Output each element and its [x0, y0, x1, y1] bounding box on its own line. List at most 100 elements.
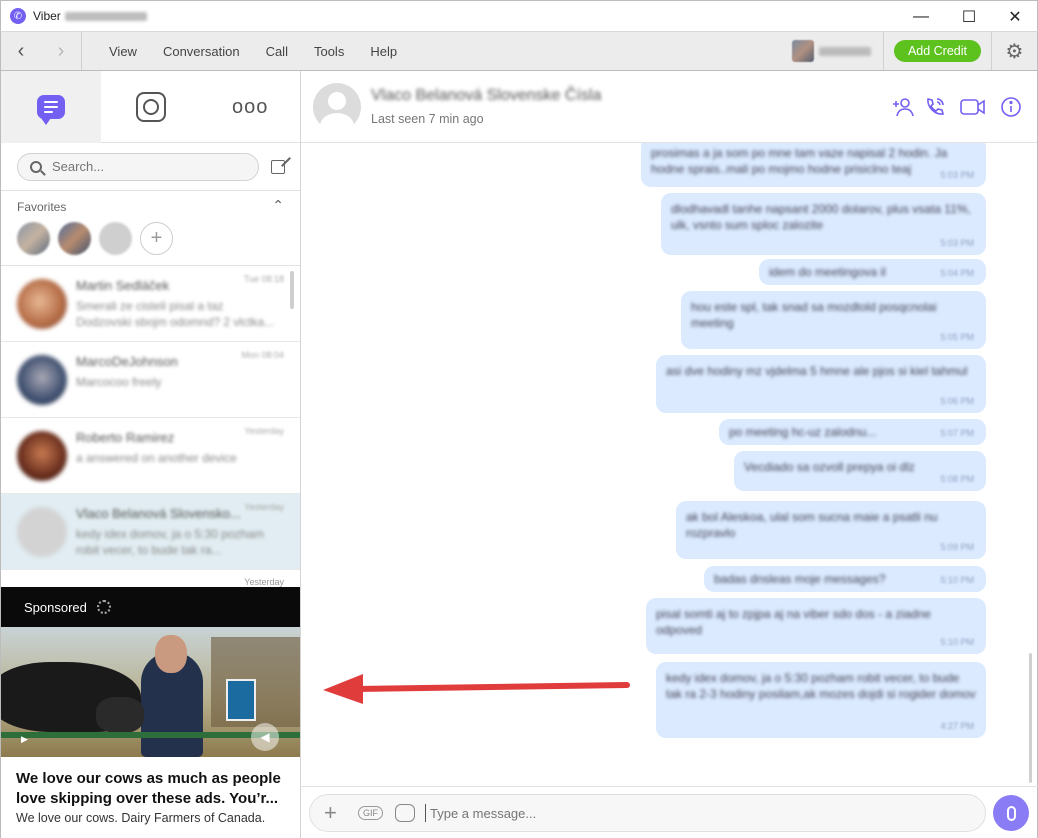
chevron-up-icon[interactable]: ⌃	[272, 197, 284, 214]
search-box[interactable]	[17, 152, 259, 181]
chat-name: Roberto Ramirez	[76, 430, 175, 445]
forward-arrow-icon[interactable]: ›	[41, 32, 81, 70]
contact-name[interactable]: Vlaco Belanová Slovenske Čísla	[371, 87, 601, 105]
sponsored-label: Sponsored	[24, 599, 87, 615]
account-number-redacted	[64, 11, 147, 21]
ad-headline[interactable]: We love our cows as much as people love …	[16, 769, 291, 809]
menu-call[interactable]: Call	[253, 44, 301, 59]
favorites-label: Favorites	[17, 200, 67, 214]
message-text: asi dve hodiny mz vjdelma 5 hmne ale pjo…	[666, 364, 968, 378]
menu-help[interactable]: Help	[357, 44, 410, 59]
chat-list-scrollbar[interactable]	[290, 271, 294, 309]
more-dots-icon: ooo	[231, 95, 269, 118]
mute-speaker-icon[interactable]: ◀	[251, 723, 279, 751]
message-bubble[interactable]: kedy idex domov, ja o 5:30 pozham robit …	[656, 662, 986, 738]
message-time: 5:06 PM	[940, 396, 974, 406]
message-time: 5:09 PM	[940, 542, 974, 552]
menu-right-group: Add Credit ⚙	[791, 32, 1037, 70]
message-time: 4:27 PM	[940, 721, 974, 731]
favorite-avatar[interactable]	[99, 222, 132, 255]
ad-subtitle[interactable]: We love our cows. Dairy Farmers of Canad…	[16, 811, 265, 825]
message-bubble[interactable]: badas dnsleas moje messages? 5:10 PM	[704, 566, 986, 592]
conversation-pane: Vlaco Belanová Slovenske Čísla Last seen…	[301, 71, 1038, 838]
play-icon[interactable]: ▶	[21, 734, 28, 745]
maximize-button[interactable]: ☐	[946, 1, 992, 32]
message-text: badas dnsleas moje messages?	[714, 572, 886, 586]
viber-logo-icon: ✆	[10, 8, 26, 24]
tab-chats[interactable]	[1, 71, 101, 143]
add-favorite-icon[interactable]: +	[140, 222, 173, 255]
gif-icon[interactable]: GIF	[358, 806, 383, 820]
search-icon	[30, 160, 42, 173]
avatar	[17, 507, 67, 557]
message-text: prosimas a ja som po mne tam vaze napisa…	[651, 146, 948, 176]
sticker-icon[interactable]	[395, 804, 415, 822]
contact-avatar[interactable]	[313, 83, 361, 131]
chat-list-item[interactable]: MarcoDeJohnson Marcocoo freely Mon 08:04	[1, 342, 300, 418]
back-arrow-icon[interactable]: ‹	[1, 32, 41, 70]
message-time: 5:03 PM	[940, 170, 974, 180]
chat-list-item-selected[interactable]: Vlaco Belanová Slovensko... kedy idex do…	[1, 494, 300, 570]
menu-divider	[81, 32, 82, 70]
chat-name: Vlaco Belanová Slovensko...	[76, 506, 241, 521]
message-text: pisal somti aj to zpjpa aj na viber sdo …	[656, 607, 931, 637]
chat-preview: a answered on another device	[76, 451, 237, 465]
avatar	[17, 431, 67, 481]
add-participant-icon[interactable]	[889, 93, 917, 121]
message-bubble[interactable]: ak bol Aleskoa, ulal som sucna maie a ps…	[676, 501, 986, 559]
minimize-button[interactable]: —	[898, 1, 944, 32]
info-icon[interactable]	[997, 93, 1025, 121]
menu-bar: ‹ › View Conversation Call Tools Help Ad…	[0, 31, 1038, 71]
search-row	[1, 143, 300, 191]
tab-more[interactable]: ooo	[200, 71, 300, 143]
voice-call-icon[interactable]	[921, 93, 949, 121]
message-text: dlodhavadl tanhe napsant 2000 dolarov, p…	[671, 202, 971, 232]
message-bubble[interactable]: Vecdiado sa ozvoll prepya oi dlz 5:08 PM	[734, 451, 986, 491]
chat-list-item[interactable]: Martin Sedláček Smerali ze cisteli pisal…	[1, 266, 300, 342]
settings-gear-icon[interactable]: ⚙	[991, 32, 1037, 70]
account-name-redacted[interactable]	[818, 46, 871, 56]
message-time: 5:08 PM	[940, 474, 974, 484]
message-time: 5:04 PM	[940, 268, 974, 278]
favorite-avatar[interactable]	[58, 222, 91, 255]
compose-icon[interactable]	[271, 159, 285, 174]
message-bubble[interactable]: dlodhavadl tanhe napsant 2000 dolarov, p…	[661, 193, 986, 255]
dairy-farmers-logo	[226, 679, 256, 721]
ad-video[interactable]: ▶ ◀	[1, 627, 300, 757]
message-bubble[interactable]: idem do meetingova il 5:04 PM	[759, 259, 986, 285]
message-bubble[interactable]: hou este spl, tak snad sa mozdtold posqc…	[681, 291, 986, 349]
title-bar: ✆ Viber — ☐ ✕	[0, 0, 1038, 31]
message-text: ak bol Aleskoa, ulal som sucna maie a ps…	[686, 510, 938, 540]
close-button[interactable]: ✕	[992, 1, 1038, 32]
chat-list-item[interactable]: Roberto Ramirez a answered on another de…	[1, 418, 300, 494]
message-time: 5:07 PM	[940, 428, 974, 438]
favorite-avatar[interactable]	[17, 222, 50, 255]
menu-tools[interactable]: Tools	[301, 44, 357, 59]
video-call-icon[interactable]	[959, 93, 987, 121]
chat-name: MarcoDeJohnson	[76, 354, 178, 369]
microphone-icon[interactable]	[993, 795, 1029, 831]
message-time: 5:10 PM	[940, 575, 974, 585]
composer-box[interactable]: + GIF	[309, 794, 986, 832]
message-text: hou este spl, tak snad sa mozdtold posqc…	[691, 300, 937, 330]
menu-view[interactable]: View	[96, 44, 150, 59]
plus-icon[interactable]: +	[324, 800, 348, 826]
app-title: Viber	[33, 9, 61, 23]
tab-stories[interactable]	[101, 71, 201, 143]
message-bubble[interactable]: asi dve hodiny mz vjdelma 5 hmne ale pjo…	[656, 355, 986, 413]
message-text: kedy idex domov, ja o 5:30 pozham robit …	[666, 671, 976, 701]
message-composer: + GIF	[301, 786, 1038, 838]
sidebar: ooo Favorites ⌃ + Martin Sedláček Smeral…	[0, 71, 301, 838]
avatar	[17, 279, 67, 329]
message-bubble[interactable]: pisal somti aj to zpjpa aj na viber sdo …	[646, 598, 986, 654]
menu-conversation[interactable]: Conversation	[150, 44, 253, 59]
text-cursor	[425, 804, 426, 822]
message-list-scrollbar[interactable]	[1029, 653, 1032, 783]
message-bubble[interactable]: po meeting hc-uz zalodnu... 5:07 PM	[719, 419, 986, 445]
search-input[interactable]	[52, 159, 232, 174]
add-credit-button[interactable]: Add Credit	[893, 40, 981, 62]
chat-name: Martin Sedláček	[76, 278, 170, 293]
message-input[interactable]	[430, 805, 970, 821]
account-avatar[interactable]	[791, 40, 814, 62]
message-bubble[interactable]: prosimas a ja som po mne tam vaze napisa…	[641, 143, 986, 187]
